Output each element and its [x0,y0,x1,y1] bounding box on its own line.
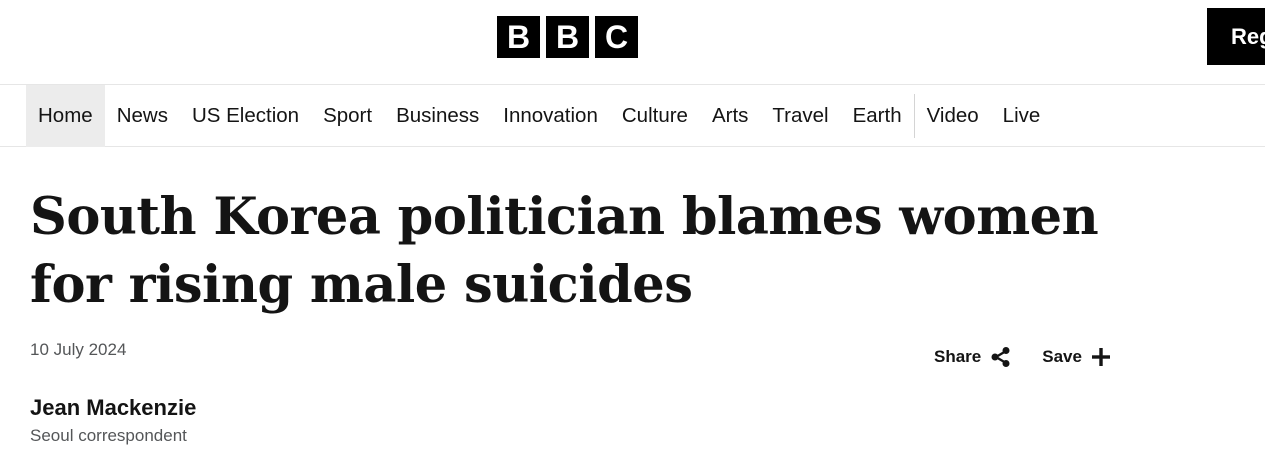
nav-item-home[interactable]: Home [26,85,105,147]
nav-list: Home News US Election Sport Business Inn… [26,85,1052,147]
nav-item-news[interactable]: News [105,85,180,147]
nav-item-video[interactable]: Video [915,85,991,147]
article-date: 10 July 2024 [30,340,127,359]
main-nav: Home News US Election Sport Business Inn… [0,85,1265,147]
nav-item-earth[interactable]: Earth [841,85,914,147]
nav-item-us-election[interactable]: US Election [180,85,311,147]
plus-icon [1091,347,1111,367]
bbc-logo-letter: C [595,16,638,58]
nav-item-innovation[interactable]: Innovation [491,85,610,147]
register-button[interactable]: Reg [1207,8,1265,65]
author-name[interactable]: Jean Mackenzie [30,395,196,421]
bbc-logo-letter: B [497,16,540,58]
nav-item-sport[interactable]: Sport [311,85,384,147]
nav-item-travel[interactable]: Travel [760,85,840,147]
nav-item-culture[interactable]: Culture [610,85,700,147]
bbc-logo[interactable]: B B C [497,16,638,58]
share-button[interactable]: Share [934,346,1012,368]
bbc-logo-letter: B [546,16,589,58]
nav-item-business[interactable]: Business [384,85,491,147]
nav-item-live[interactable]: Live [991,85,1053,147]
share-icon [990,346,1012,368]
save-label: Save [1042,347,1082,366]
nav-item-arts[interactable]: Arts [700,85,760,147]
top-bar: B B C Reg [0,0,1265,85]
article-headline: South Korea politician blames women for … [30,187,1099,315]
save-button[interactable]: Save [1042,347,1111,367]
article-actions: Share Save [934,346,1111,368]
share-label: Share [934,347,982,366]
author-role: Seoul correspondent [30,426,187,445]
